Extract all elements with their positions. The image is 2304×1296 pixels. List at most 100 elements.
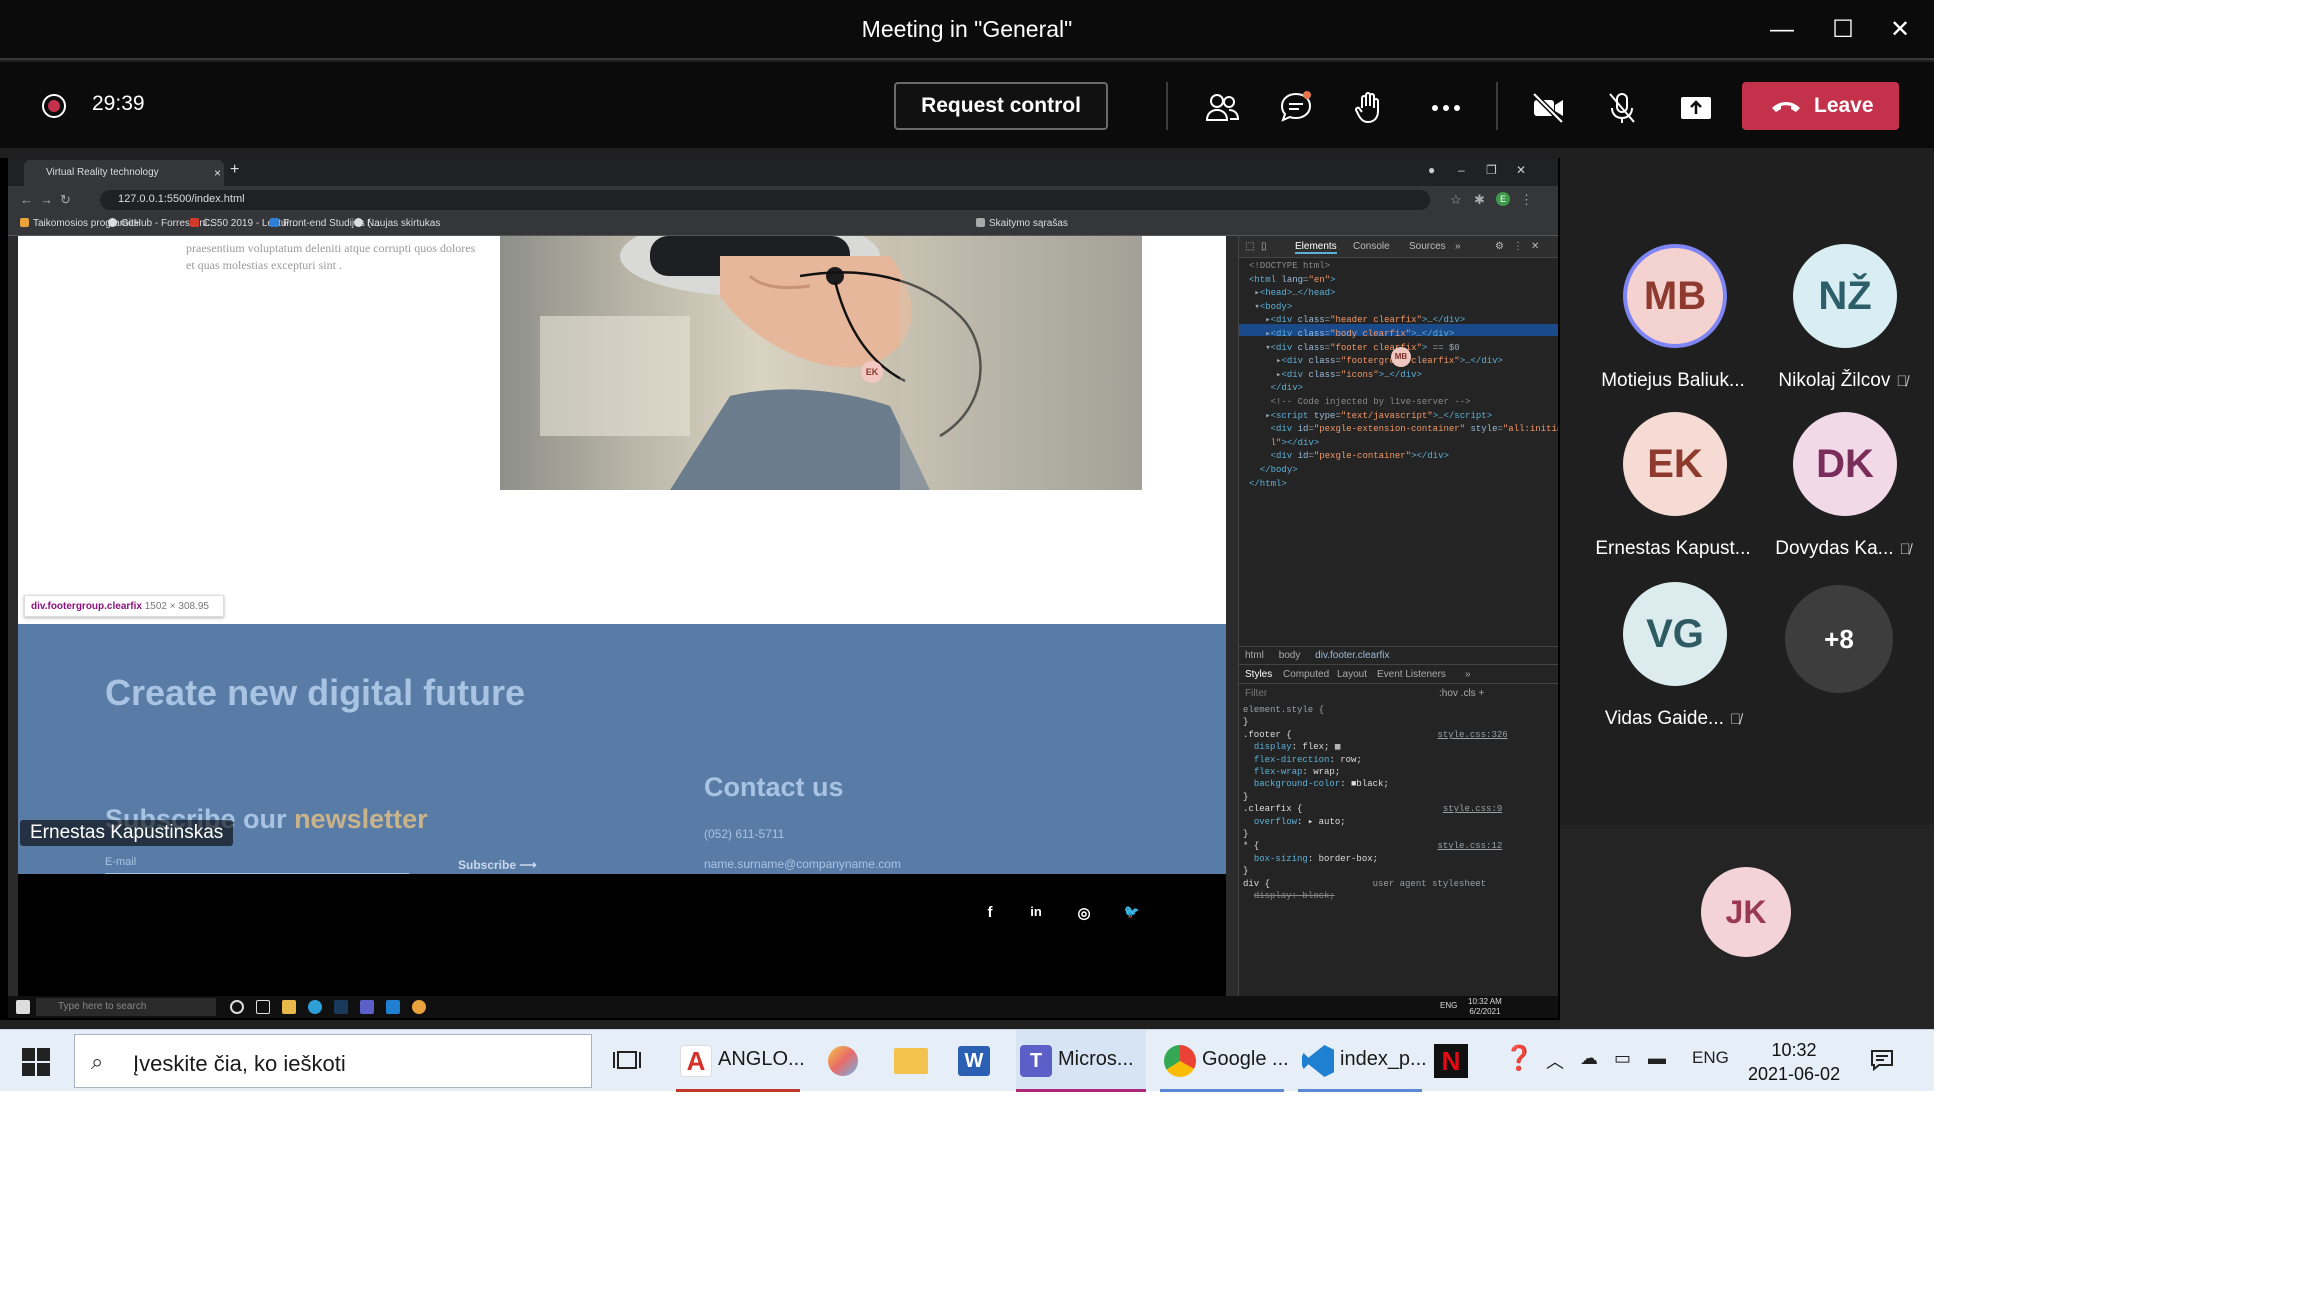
participants-icon[interactable] [1202,88,1242,128]
inspect-icon[interactable]: ⬚ [1245,241,1254,252]
back-icon[interactable]: ← [20,192,33,207]
styles-filter-input[interactable]: Filter [1245,688,1267,699]
browser-restore-icon[interactable]: ❐ [1486,163,1497,177]
tab-computed[interactable]: Computed [1283,669,1329,680]
tab-layout[interactable]: Layout [1337,669,1367,680]
maximize-button[interactable]: ☐ [1823,10,1863,50]
show-hidden-icons-icon[interactable]: ︿ [1546,1048,1564,1074]
devtools-close-icon[interactable]: ✕ [1531,241,1539,252]
windows-start-icon[interactable] [16,1000,30,1014]
taskbar-app-teams[interactable]: T Micros... [1016,1030,1146,1092]
more-style-tabs[interactable]: » [1465,669,1471,680]
window-title: Meeting in "General" [861,16,1073,42]
reload-icon[interactable]: ↻ [60,192,71,208]
leave-label: Leave [1814,94,1874,117]
tab-elements[interactable]: Elements [1295,241,1337,254]
taskbar-app-acrobat[interactable]: A ANGLO... [676,1030,805,1092]
participant-tile[interactable]: NŽ Nikolaj Žilcov 🎙̸ [1758,232,1928,402]
help-icon[interactable]: ❓ [1504,1044,1534,1073]
device-icon[interactable]: ▯ [1261,241,1267,252]
devtools-menu-icon[interactable]: ⋮ [1513,241,1523,252]
subscribe-button[interactable]: Subscribe ⟶ [458,858,537,872]
notifications-icon[interactable] [1870,1048,1894,1072]
network-icon[interactable]: ▭ [1614,1048,1631,1069]
taskbar-app-chrome[interactable]: Google ... [1160,1030,1289,1092]
language-indicator[interactable]: ENG [1692,1048,1729,1068]
tab-styles[interactable]: Styles [1245,669,1272,680]
tab-event-listeners[interactable]: Event Listeners [1377,669,1446,680]
email-input[interactable]: E-mail [105,856,409,874]
shared-clock: 10:32 AM 6/2/2021 [1468,997,1502,1016]
tab-sources[interactable]: Sources [1409,241,1446,252]
paint-icon[interactable] [828,1046,858,1076]
steam-icon[interactable] [334,1000,348,1014]
edge-icon[interactable] [308,1000,322,1014]
browser-minimize-icon[interactable]: – [1458,163,1465,177]
facebook-icon[interactable]: f [980,904,1000,921]
taskbar-app-vscode[interactable]: index_p... [1298,1030,1427,1092]
onedrive-icon[interactable]: ☁ [1580,1048,1598,1069]
close-tab-icon[interactable]: × [214,166,221,180]
url-field[interactable]: 127.0.0.1:5500/index.html [100,190,1430,210]
file-explorer-icon[interactable] [894,1048,928,1074]
twitter-icon[interactable]: 🐦 [1122,904,1142,920]
avatar: MB [1623,244,1727,348]
more-options-icon[interactable] [1426,88,1466,128]
more-tabs[interactable]: » [1455,241,1461,252]
bookmark-star-icon[interactable]: ☆ [1450,192,1462,208]
task-view-icon[interactable] [612,1046,642,1076]
forward-icon[interactable]: → [40,192,53,207]
mic-off-icon[interactable] [1602,88,1642,128]
settings-icon[interactable]: ⚙ [1495,241,1504,252]
meeting-controls: 29:39 Request control Leave [0,62,1934,148]
camera-off-icon[interactable] [1528,88,1568,128]
breadcrumb-item[interactable]: body [1279,650,1301,661]
task-view-icon[interactable] [256,1000,270,1014]
participant-tile[interactable]: MB Motiejus Baliuk... [1588,232,1758,402]
shared-search-box[interactable]: Type here to search [36,998,216,1016]
raise-hand-icon[interactable] [1350,88,1390,128]
browser-close-icon[interactable]: ✕ [1516,163,1526,177]
profile-avatar[interactable]: E [1496,192,1510,206]
close-button[interactable]: ✕ [1880,10,1920,50]
battery-icon[interactable]: ▬ [1648,1048,1666,1069]
browser-menu-icon[interactable]: ⋮ [1520,192,1533,208]
record-icon[interactable]: ● [1428,163,1435,177]
reading-list[interactable]: Skaitymo sąrašas [976,218,1068,229]
extensions-icon[interactable]: ✱ [1474,192,1485,208]
recording-icon [42,94,66,118]
instagram-icon[interactable]: ◎ [1074,904,1094,922]
participant-tile[interactable]: EK Ernestas Kapust... [1588,400,1758,570]
share-screen-icon[interactable] [1676,88,1716,128]
tooltip-dimensions: 1502 × 308.95 [144,601,209,612]
styles-filter-tools[interactable]: :hov .cls + [1439,688,1484,699]
more-participants-button[interactable]: +8 [1785,585,1893,693]
new-tab-icon[interactable]: + [230,161,239,179]
participant-tile[interactable]: VG Vidas Gaide... 🎙̸ [1588,570,1758,740]
breadcrumb-item[interactable]: html [1245,650,1264,661]
chat-icon[interactable] [1276,88,1316,128]
breadcrumb-item[interactable]: div.footer.clearfix [1315,650,1389,661]
devtools-panel: ⬚ ▯ Elements Console Sources » ⚙ ⋮ ✕ <!D… [1238,236,1558,996]
taskbar-search[interactable]: ⌕ Įveskite čia, ko ieškoti [74,1034,592,1088]
teams-icon[interactable] [360,1000,374,1014]
netflix-icon[interactable]: N [1434,1044,1468,1078]
divider [1496,82,1498,130]
taskbar-clock[interactable]: 10:32 2021-06-02 [1748,1038,1840,1086]
minimize-button[interactable]: — [1762,10,1802,50]
linkedin-icon[interactable]: in [1026,904,1046,919]
chrome-icon[interactable] [412,1000,426,1014]
word-icon[interactable]: W [958,1046,990,1076]
windows-start-icon[interactable] [22,1048,50,1076]
file-explorer-icon[interactable] [282,1000,296,1014]
contact-email[interactable]: name.surname@companyname.com [704,857,901,871]
tab-console[interactable]: Console [1353,241,1390,252]
request-control-button[interactable]: Request control [894,82,1108,130]
dom-tree: <!DOCTYPE html> <html lang="en"> ▸<head>… [1249,261,1558,489]
bookmark-item[interactable]: Naujas skirtukas [354,218,440,229]
leave-button[interactable]: Leave [1742,82,1899,130]
cortana-icon[interactable] [230,1000,244,1014]
browser-tab[interactable]: Virtual Reality technology × [24,160,224,186]
vscode-icon[interactable] [386,1000,400,1014]
participant-tile[interactable]: DK Dovydas Ka... 🎙̸ [1758,400,1928,570]
